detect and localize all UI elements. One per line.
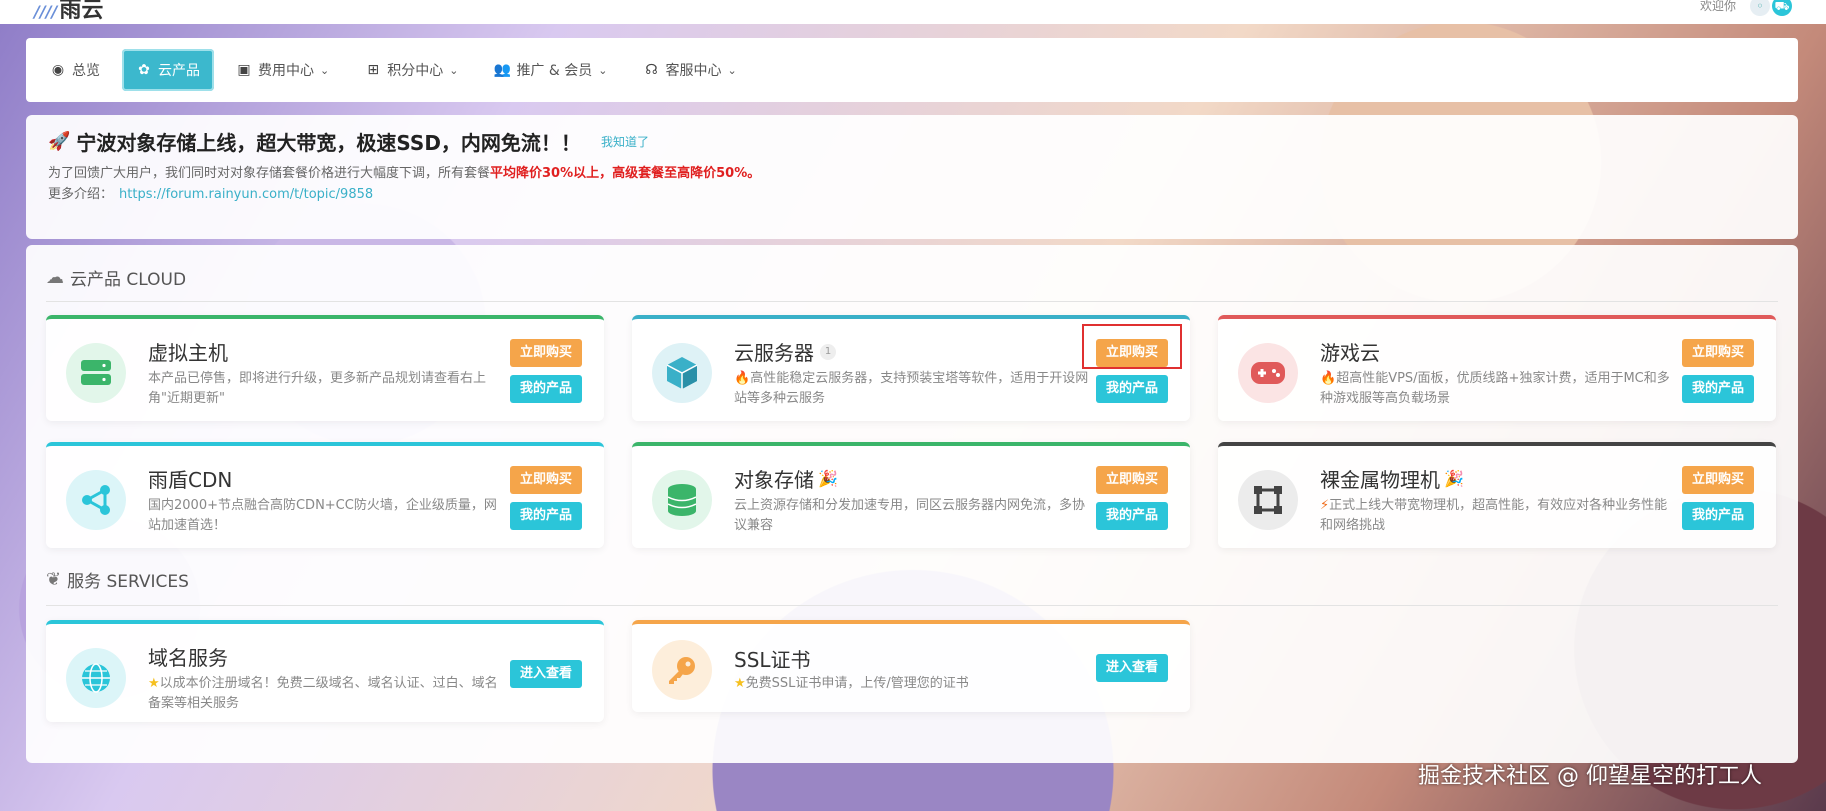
product-card-bare-metal: 裸金属物理机 🎉 ⚡正式上线大带宽物理机，超高性能，有效应对各种业务性能和网络挑战… bbox=[1218, 442, 1776, 548]
gamepad-icon bbox=[1238, 343, 1298, 403]
product-desc: 国内2000+节点融合高防CDN+CC防火墙，企业级质量，网站加速首选！ bbox=[148, 498, 497, 533]
product-card-cloud-server: 云服务器 1 🔥高性能稳定云服务器，支持预装宝塔等软件，适用于开设网站等多种云服务… bbox=[632, 315, 1190, 421]
cloud-icon: ☁ bbox=[46, 267, 64, 288]
nav-item-points[interactable]: ⊞ 积分中心 ⌄ bbox=[351, 49, 472, 91]
product-desc: 云上资源存储和分发加速专用，同区云服务器内网免流，多协议兼容 bbox=[734, 498, 1086, 533]
key-icon bbox=[652, 640, 712, 700]
chevron-down-icon: ⌄ bbox=[320, 63, 330, 77]
nav-item-support[interactable]: ☊ 客服中心 ⌄ bbox=[629, 49, 750, 91]
my-products-button[interactable]: 我的产品 bbox=[1096, 375, 1168, 403]
nav-item-cloud-products[interactable]: ✿ 云产品 bbox=[122, 49, 214, 91]
service-card-domain: 域名服务 ★以成本价注册域名！免费二级域名、域名认证、过白、域名备案等相关服务 … bbox=[46, 620, 604, 722]
money-icon: ▣ bbox=[237, 62, 251, 78]
cloud-products-icon: ✿ bbox=[138, 62, 150, 78]
party-icon: 🎉 bbox=[1444, 469, 1464, 488]
gift-icon: ⊞ bbox=[367, 62, 380, 78]
users-icon: 👥 bbox=[493, 62, 512, 78]
star-icon: ★ bbox=[148, 676, 160, 691]
buy-button[interactable]: 立即购买 bbox=[1682, 466, 1754, 494]
section-title-cloud: ☁ 云产品 CLOUD bbox=[46, 267, 187, 290]
database-icon bbox=[652, 470, 712, 530]
product-name: 对象存储 🎉 bbox=[734, 468, 838, 492]
product-name: 游戏云 bbox=[1320, 341, 1380, 365]
service-desc: ★免费SSL证书申请，上传/管理您的证书 bbox=[734, 676, 969, 691]
logo[interactable]: ////雨云 bbox=[34, 0, 103, 24]
my-products-button[interactable]: 我的产品 bbox=[1682, 502, 1754, 530]
product-card-cdn: 雨盾CDN 国内2000+节点融合高防CDN+CC防火墙，企业级质量，网站加速首… bbox=[46, 442, 604, 548]
service-name: SSL证书 bbox=[734, 648, 811, 672]
vector-square-icon bbox=[1238, 470, 1298, 530]
star-icon: ★ bbox=[734, 676, 746, 691]
buy-button[interactable]: 立即购买 bbox=[1682, 339, 1754, 367]
view-button[interactable]: 进入查看 bbox=[1096, 654, 1168, 682]
divider bbox=[46, 301, 1778, 302]
chevron-down-icon: ⌄ bbox=[598, 63, 608, 77]
products-panel: ☁ 云产品 CLOUD 虚拟主机 本产品已停售，即将进行升级，更多新产品规划请查… bbox=[26, 245, 1798, 763]
share-nodes-icon bbox=[66, 470, 126, 530]
buy-button[interactable]: 立即购买 bbox=[1096, 466, 1168, 494]
my-products-button[interactable]: 我的产品 bbox=[510, 502, 582, 530]
lightning-icon: ⚡ bbox=[1320, 498, 1330, 513]
product-name: 云服务器 1 bbox=[734, 337, 836, 366]
welcome-text: 欢迎你 bbox=[1700, 0, 1737, 13]
product-name: 虚拟主机 bbox=[148, 341, 228, 365]
chevron-down-icon: ⌄ bbox=[727, 63, 737, 77]
service-desc: ★以成本价注册域名！免费二级域名、域名认证、过白、域名备案等相关服务 bbox=[148, 676, 498, 711]
my-products-button[interactable]: 我的产品 bbox=[510, 375, 582, 403]
nav-item-referral[interactable]: 👥 推广 & 会员 ⌄ bbox=[480, 49, 621, 91]
leaf-icon: ❦ bbox=[46, 569, 62, 590]
nav-item-billing[interactable]: ▣ 费用中心 ⌄ bbox=[222, 49, 343, 91]
product-card-virtual-host: 虚拟主机 本产品已停售，即将进行升级，更多新产品规划请查看右上角"近期更新" 立… bbox=[46, 315, 604, 421]
announcement-more: 更多介绍： https://forum.rainyun.com/t/topic/9… bbox=[48, 187, 374, 202]
party-icon: 🎉 bbox=[818, 469, 838, 488]
cube-icon bbox=[652, 343, 712, 403]
top-bar: ////雨云 欢迎你 ◦ ⛟ bbox=[0, 0, 1826, 24]
fire-icon: 🔥 bbox=[1320, 371, 1337, 386]
dismiss-link[interactable]: 我知道了 bbox=[601, 133, 649, 150]
product-name: 裸金属物理机 🎉 bbox=[1320, 468, 1464, 492]
my-products-button[interactable]: 我的产品 bbox=[1096, 502, 1168, 530]
my-products-button[interactable]: 我的产品 bbox=[1682, 375, 1754, 403]
product-name: 雨盾CDN bbox=[148, 468, 233, 492]
dashboard-icon: ◉ bbox=[51, 62, 65, 78]
service-card-ssl: SSL证书 ★免费SSL证书申请，上传/管理您的证书 进入查看 bbox=[632, 620, 1190, 712]
forum-link[interactable]: https://forum.rainyun.com/t/topic/9858 bbox=[119, 187, 373, 202]
cart-icon[interactable]: ⛟ bbox=[1772, 0, 1792, 16]
main-nav: ◉ 总览 ✿ 云产品 ▣ 费用中心 ⌄ ⊞ 积分中心 ⌄ 👥 推广 & 会员 ⌄… bbox=[26, 38, 1798, 102]
product-desc: 🔥超高性能VPS/面板，优质线路+独家计费，适用于MC和多种游戏服等高负载场景 bbox=[1320, 371, 1670, 406]
product-desc: 🔥高性能稳定云服务器，支持预装宝塔等软件，适用于开设网站等多种云服务 bbox=[734, 371, 1089, 406]
avatar-icon[interactable]: ◦ bbox=[1750, 0, 1770, 16]
product-card-game-cloud: 游戏云 🔥超高性能VPS/面板，优质线路+独家计费，适用于MC和多种游戏服等高负… bbox=[1218, 315, 1776, 421]
count-badge: 1 bbox=[820, 343, 836, 360]
chevron-down-icon: ⌄ bbox=[449, 63, 459, 77]
view-button[interactable]: 进入查看 bbox=[510, 660, 582, 688]
product-desc: ⚡正式上线大带宽物理机，超高性能，有效应对各种业务性能和网络挑战 bbox=[1320, 498, 1668, 533]
server-icon bbox=[66, 343, 126, 403]
announcement-panel: 🚀 宁波对象存储上线，超大带宽，极速SSD，内网免流！！ 我知道了 为了回馈广大… bbox=[26, 115, 1798, 239]
service-name: 域名服务 bbox=[148, 646, 228, 670]
headset-icon: ☊ bbox=[645, 62, 658, 78]
watermark: 掘金技术社区 @ 仰望星空的打工人 bbox=[1418, 764, 1762, 789]
section-title-services: ❦ 服务 SERVICES bbox=[46, 569, 189, 592]
fire-icon: 🔥 bbox=[734, 371, 751, 386]
rocket-icon: 🚀 bbox=[48, 131, 71, 152]
announcement-body: 为了回馈广大用户，我们同时对对象存储套餐价格进行大幅度下调，所有套餐平均降价30… bbox=[48, 166, 761, 181]
buy-button[interactable]: 立即购买 bbox=[510, 466, 582, 494]
divider bbox=[46, 605, 1778, 606]
nav-item-overview[interactable]: ◉ 总览 bbox=[36, 49, 114, 91]
product-card-object-storage: 对象存储 🎉 云上资源存储和分发加速专用，同区云服务器内网免流，多协议兼容 立即购… bbox=[632, 442, 1190, 548]
buy-button[interactable]: 立即购买 bbox=[510, 339, 582, 367]
announcement-title: 🚀 宁波对象存储上线，超大带宽，极速SSD，内网免流！！ 我知道了 bbox=[48, 131, 649, 155]
highlight-box bbox=[1082, 324, 1182, 369]
product-desc: 本产品已停售，即将进行升级，更多新产品规划请查看右上角"近期更新" bbox=[148, 371, 487, 406]
globe-icon bbox=[66, 648, 126, 708]
